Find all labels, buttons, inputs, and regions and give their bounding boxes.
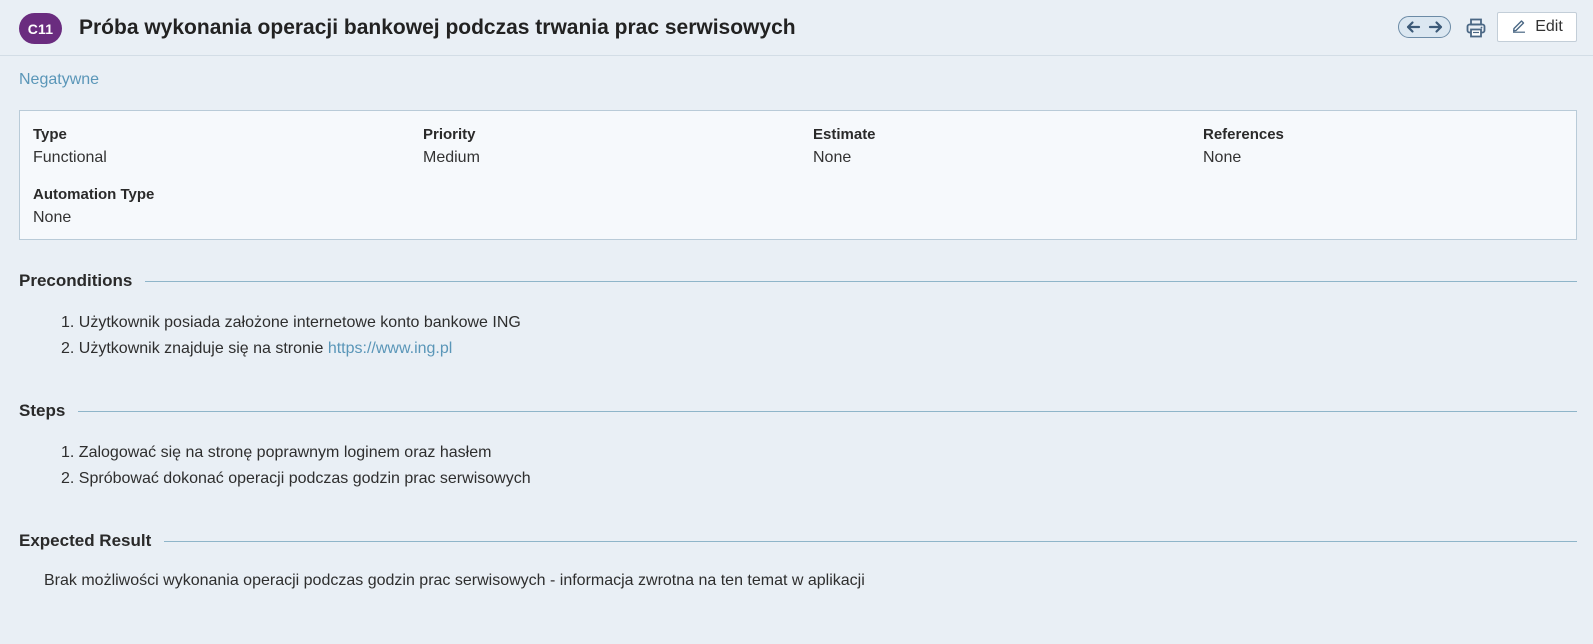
- list-item-number: 1.: [61, 444, 75, 461]
- field-type-value: Functional: [33, 149, 107, 166]
- arrow-right-icon[interactable]: [1427, 19, 1445, 35]
- field-priority-label: Priority: [423, 126, 476, 143]
- list-item-number: 2.: [61, 470, 75, 487]
- case-details-panel: Type Functional Priority Medium Estimate…: [19, 110, 1577, 240]
- preconditions-heading: Preconditions: [19, 270, 1577, 292]
- expected-result-heading-label: Expected Result: [19, 531, 152, 550]
- field-estimate-label: Estimate: [813, 126, 876, 143]
- field-estimate-value: None: [813, 149, 852, 166]
- pencil-icon: [1511, 17, 1527, 38]
- section-divider: [164, 540, 1577, 542]
- edit-button-label: Edit: [1535, 18, 1563, 35]
- case-id-badge: C11: [19, 13, 62, 44]
- printer-icon[interactable]: [1464, 16, 1488, 40]
- list-item: 1. Zalogować się na stronę poprawnym log…: [61, 440, 531, 466]
- field-priority-value: Medium: [423, 149, 480, 166]
- case-navigation: [1398, 16, 1451, 38]
- section-divider: [145, 280, 1577, 282]
- list-item: 1. Użytkownik posiada założone interneto…: [61, 310, 521, 336]
- field-automation-type-label: Automation Type: [33, 186, 155, 203]
- field-automation-type: Automation Type None: [33, 185, 154, 229]
- list-item-text: Użytkownik posiada założone internetowe …: [78, 314, 521, 331]
- page-header: C11 Próba wykonania operacji bankowej po…: [0, 0, 1593, 56]
- list-item-text: Użytkownik znajduje się na stronie: [78, 340, 328, 357]
- list-item: 2. Spróbować dokonać operacji podczas go…: [61, 466, 531, 492]
- list-item-text: Spróbować dokonać operacji podczas godzi…: [78, 470, 531, 487]
- page-title: Próba wykonania operacji bankowej podcza…: [79, 16, 796, 39]
- list-item-number: 1.: [61, 314, 75, 331]
- field-automation-type-value: None: [33, 209, 72, 226]
- list-item: 2. Użytkownik znajduje się na stronie ht…: [61, 336, 521, 362]
- arrow-left-icon[interactable]: [1404, 19, 1422, 35]
- field-references-label: References: [1203, 126, 1284, 143]
- field-type: Type Functional: [33, 125, 107, 169]
- field-type-label: Type: [33, 126, 67, 143]
- field-references: References None: [1203, 125, 1284, 169]
- expected-result-text: Brak możliwości wykonania operacji podcz…: [44, 572, 865, 589]
- field-references-value: None: [1203, 149, 1242, 166]
- ing-url-link[interactable]: https://www.ing.pl: [328, 340, 453, 357]
- steps-heading: Steps: [19, 400, 1577, 422]
- field-priority: Priority Medium: [423, 125, 480, 169]
- expected-result-heading: Expected Result: [19, 530, 1577, 552]
- edit-button[interactable]: Edit: [1497, 12, 1577, 42]
- preconditions-heading-label: Preconditions: [19, 271, 133, 290]
- preconditions-list: 1. Użytkownik posiada założone interneto…: [61, 310, 521, 362]
- section-divider: [78, 410, 1577, 412]
- steps-heading-label: Steps: [19, 401, 66, 420]
- list-item-number: 2.: [61, 340, 75, 357]
- section-link[interactable]: Negatywne: [19, 71, 99, 89]
- field-estimate: Estimate None: [813, 125, 876, 169]
- steps-list: 1. Zalogować się na stronę poprawnym log…: [61, 440, 531, 492]
- list-item-text: Zalogować się na stronę poprawnym logine…: [78, 444, 492, 461]
